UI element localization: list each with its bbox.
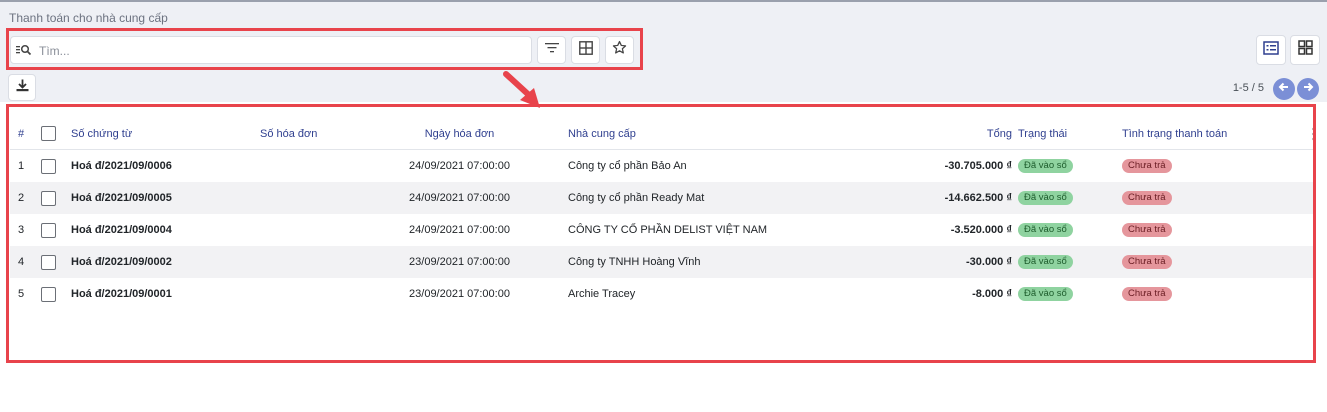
arrow-right-icon [1302,80,1314,98]
kanban-view-button[interactable] [1290,35,1320,65]
list-view-icon [1263,40,1279,60]
search-area-highlight [6,28,643,70]
pager-next-button[interactable] [1297,78,1319,100]
annotation-arrow-icon [500,70,546,117]
download-icon [16,79,29,97]
breadcrumb[interactable]: Thanh toán cho nhà cung cấp [9,11,168,25]
pager-previous-button[interactable] [1273,78,1295,100]
kanban-view-icon [1297,40,1313,60]
list-view-button[interactable] [1256,35,1286,65]
arrow-left-icon [1278,80,1290,98]
pager-value[interactable]: 1-5 / 5 [1233,82,1264,94]
export-button[interactable] [8,74,36,101]
table-area-highlight [6,104,1316,363]
